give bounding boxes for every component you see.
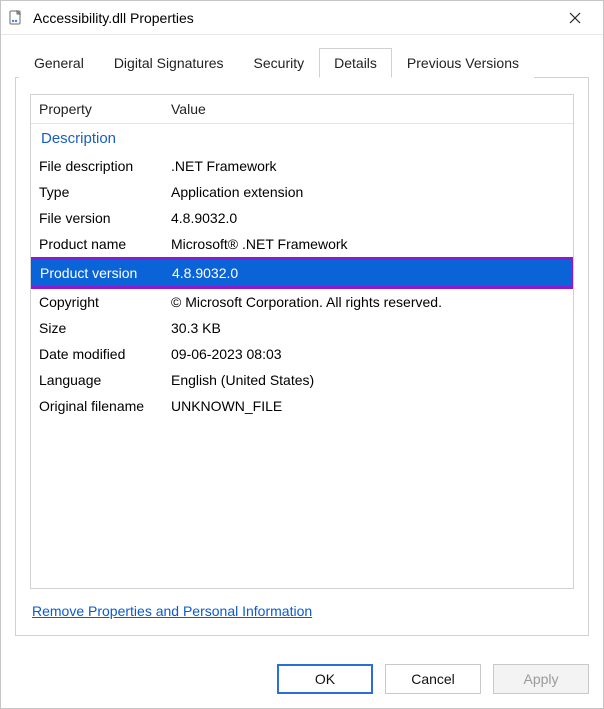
tab-digital-signatures[interactable]: Digital Signatures — [99, 48, 239, 78]
remove-properties-link[interactable]: Remove Properties and Personal Informati… — [32, 603, 312, 619]
prop-label: Copyright — [31, 291, 163, 313]
prop-value: Application extension — [163, 181, 573, 203]
list-header: Property Value — [31, 95, 573, 124]
row-date-modified[interactable]: Date modified 09-06-2023 08:03 — [31, 341, 573, 367]
row-copyright[interactable]: Copyright © Microsoft Corporation. All r… — [31, 289, 573, 315]
prop-label: Date modified — [31, 343, 163, 365]
close-button[interactable] — [555, 3, 595, 33]
tab-strip: General Digital Signatures Security Deta… — [15, 47, 589, 77]
prop-label: File version — [31, 207, 163, 229]
details-list[interactable]: Property Value Description File descript… — [30, 94, 574, 589]
properties-dialog: Accessibility.dll Properties General Dig… — [0, 0, 604, 709]
prop-label: Size — [31, 317, 163, 339]
prop-value: Microsoft® .NET Framework — [163, 233, 573, 255]
row-file-version[interactable]: File version 4.8.9032.0 — [31, 205, 573, 231]
row-language[interactable]: Language English (United States) — [31, 367, 573, 393]
prop-value: 30.3 KB — [163, 317, 573, 339]
highlight-product-version: Product version 4.8.9032.0 — [31, 257, 573, 289]
client-area: General Digital Signatures Security Deta… — [1, 35, 603, 650]
header-property[interactable]: Property — [31, 95, 163, 123]
prop-value: .NET Framework — [163, 155, 573, 177]
prop-value: © Microsoft Corporation. All rights rese… — [163, 291, 573, 313]
row-file-description[interactable]: File description .NET Framework — [31, 153, 573, 179]
ok-button[interactable]: OK — [277, 664, 373, 694]
cancel-button[interactable]: Cancel — [385, 664, 481, 694]
row-type[interactable]: Type Application extension — [31, 179, 573, 205]
row-product-version[interactable]: Product version 4.8.9032.0 — [32, 260, 572, 286]
row-product-name[interactable]: Product name Microsoft® .NET Framework — [31, 231, 573, 257]
prop-label: Original filename — [31, 395, 163, 417]
title-bar: Accessibility.dll Properties — [1, 1, 603, 35]
dialog-buttons: OK Cancel Apply — [1, 650, 603, 708]
tab-general[interactable]: General — [19, 48, 99, 78]
tab-previous-versions[interactable]: Previous Versions — [392, 48, 534, 78]
prop-label: Product name — [31, 233, 163, 255]
prop-label: File description — [31, 155, 163, 177]
tab-security[interactable]: Security — [239, 48, 320, 78]
window-title: Accessibility.dll Properties — [33, 10, 555, 26]
prop-label: Type — [31, 181, 163, 203]
row-original-filename[interactable]: Original filename UNKNOWN_FILE — [31, 393, 573, 419]
details-panel: Property Value Description File descript… — [15, 77, 589, 636]
file-icon — [7, 9, 25, 27]
prop-value: 09-06-2023 08:03 — [163, 343, 573, 365]
prop-value: 4.8.9032.0 — [164, 262, 572, 284]
prop-label: Product version — [32, 262, 164, 284]
tab-details[interactable]: Details — [319, 48, 392, 78]
link-row: Remove Properties and Personal Informati… — [30, 589, 574, 623]
prop-value: UNKNOWN_FILE — [163, 395, 573, 417]
header-value[interactable]: Value — [163, 95, 573, 123]
apply-button[interactable]: Apply — [493, 664, 589, 694]
prop-label: Language — [31, 369, 163, 391]
list-body: File description .NET Framework Type App… — [31, 153, 573, 588]
row-size[interactable]: Size 30.3 KB — [31, 315, 573, 341]
section-description: Description — [31, 124, 573, 153]
prop-value: English (United States) — [163, 369, 573, 391]
prop-value: 4.8.9032.0 — [163, 207, 573, 229]
close-icon — [569, 12, 581, 24]
